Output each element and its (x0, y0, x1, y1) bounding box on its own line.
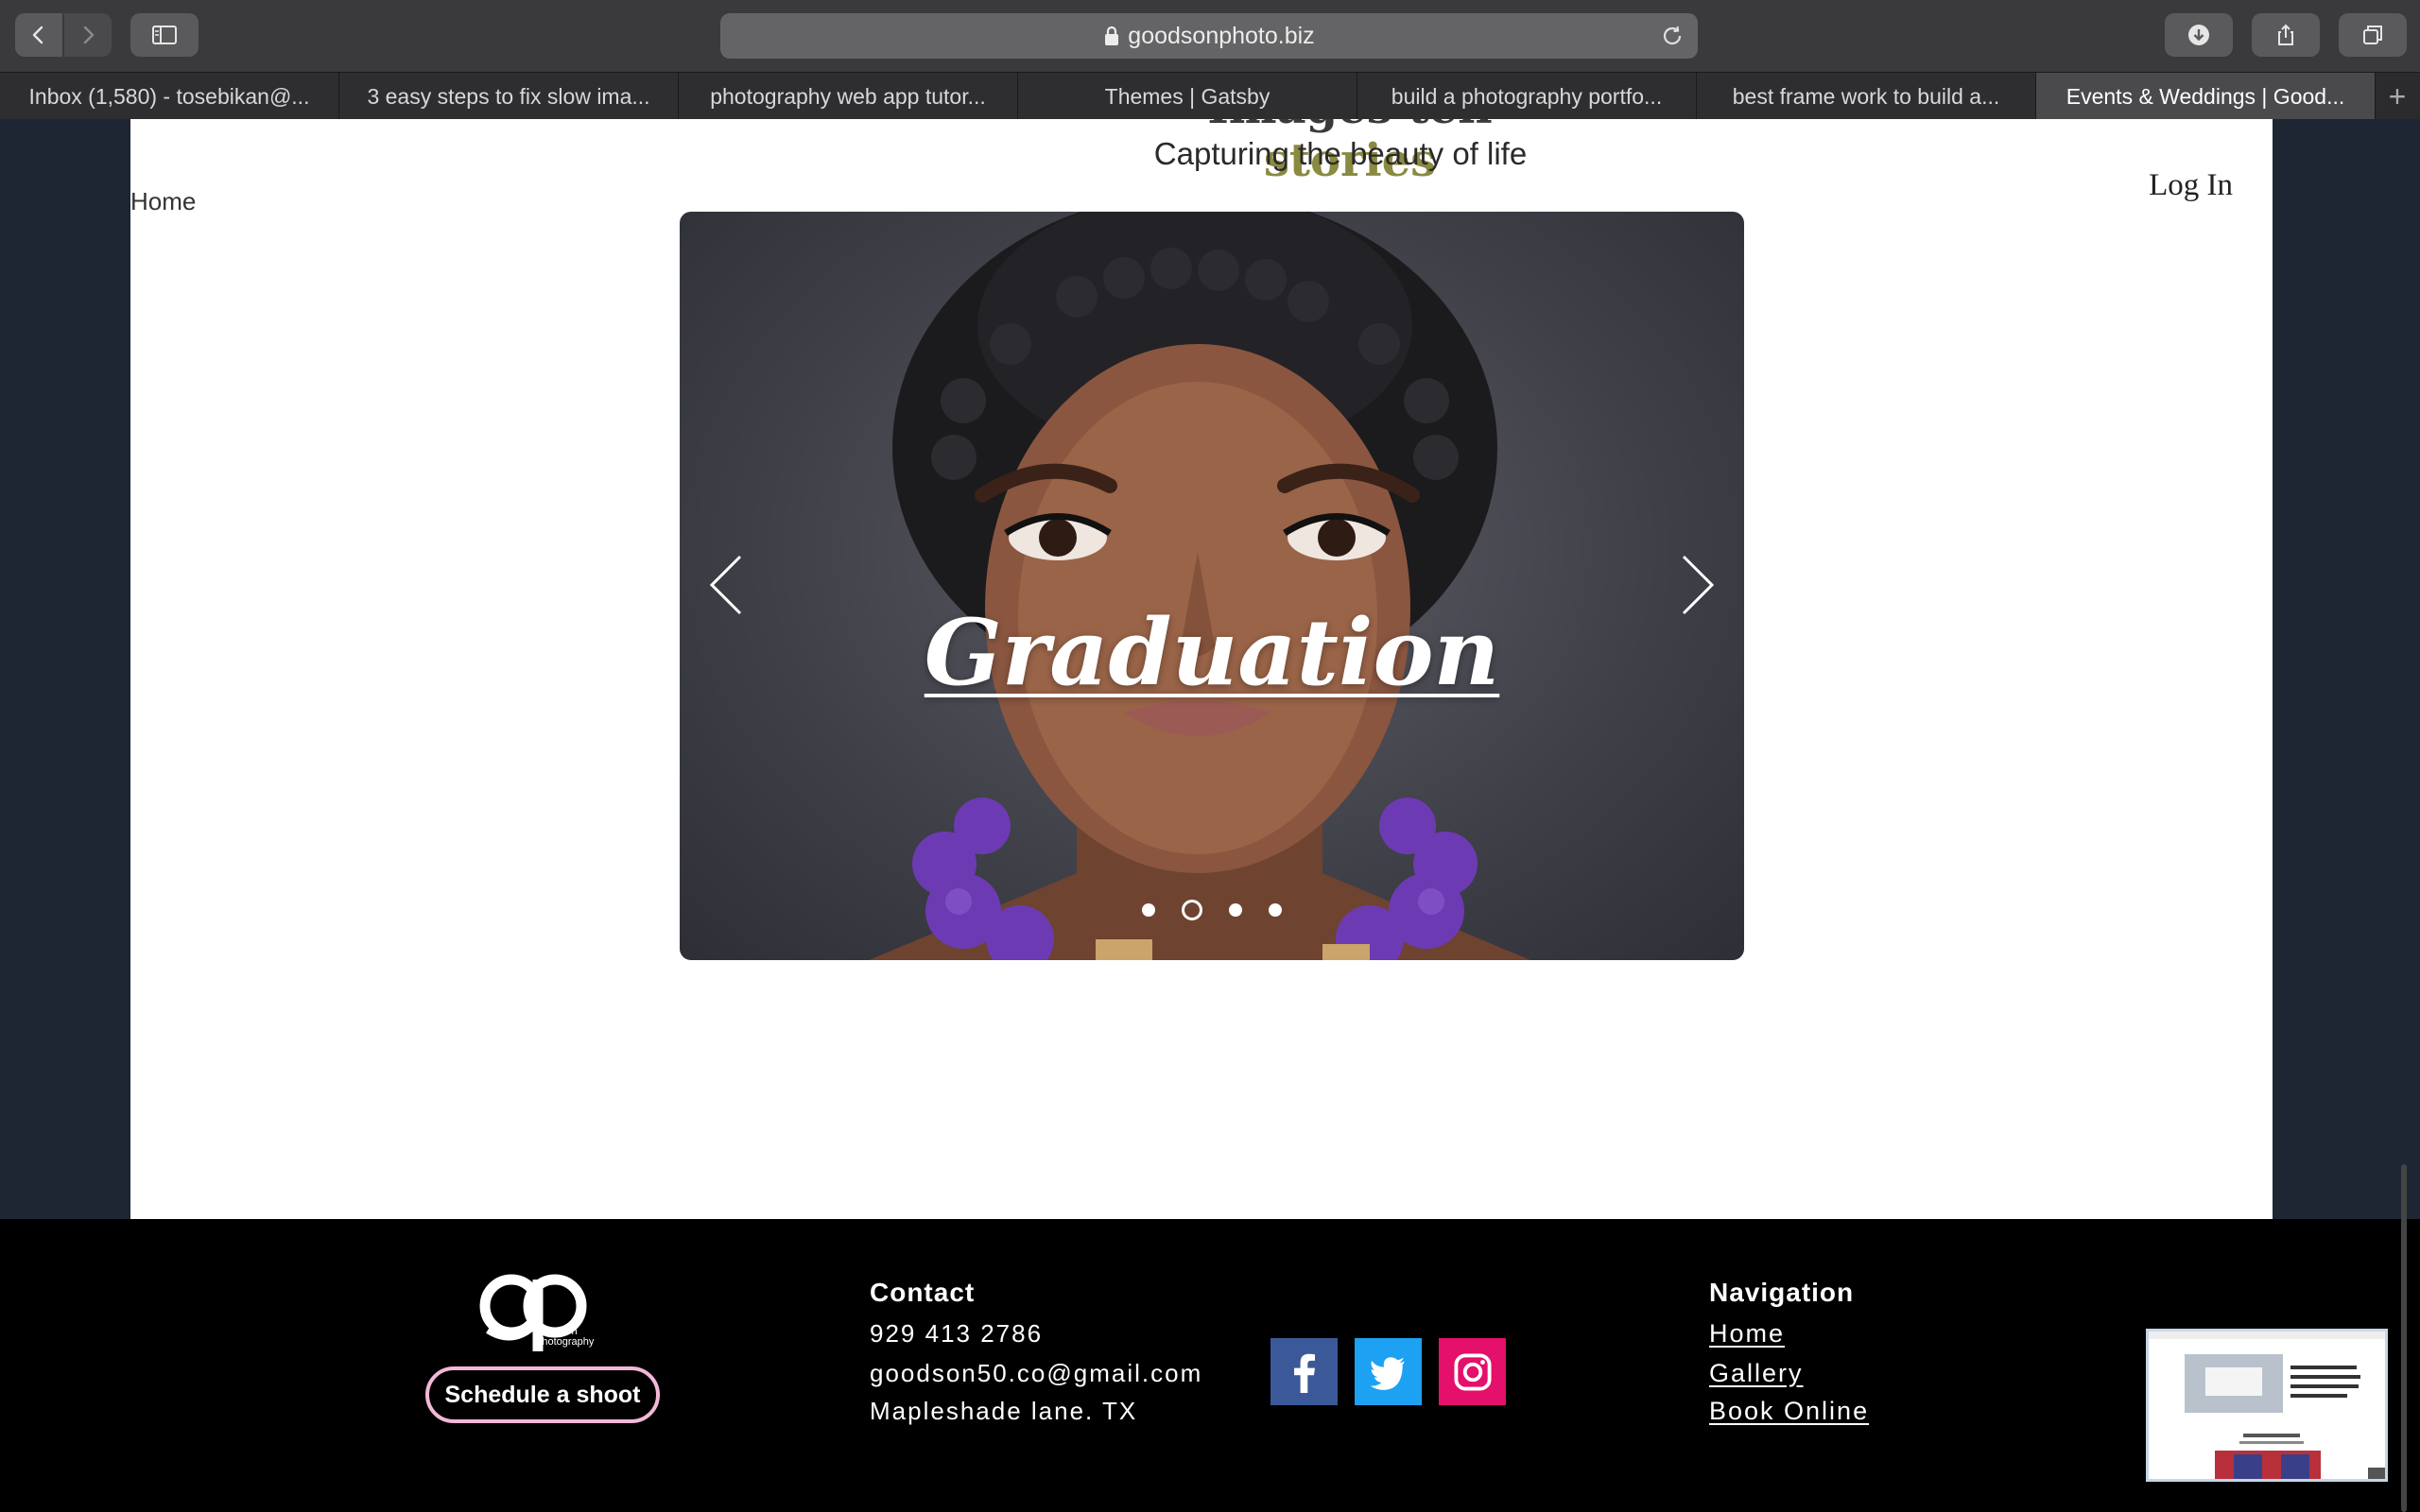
url-text: goodsonphoto.biz (1128, 22, 1315, 49)
browser-tab[interactable]: 3 easy steps to fix slow ima... (339, 73, 679, 120)
tab-label: build a photography portfo... (1391, 83, 1663, 109)
slide-dot[interactable] (1142, 903, 1155, 917)
site-logo[interactable]: Images tell stories (1114, 119, 1586, 187)
tab-label: 3 easy steps to fix slow ima... (367, 83, 650, 109)
logo-text: Images tell (1207, 119, 1492, 134)
tab-label: photography web app tutor... (710, 83, 986, 109)
login-link[interactable]: Log In (2149, 168, 2233, 203)
page-thumbnail-preview[interactable] (2146, 1329, 2388, 1482)
scrollbar[interactable] (2401, 1164, 2407, 1512)
tab-overview-icon (2363, 26, 2382, 44)
reload-icon[interactable] (1660, 24, 1685, 48)
slide-dot-active[interactable] (1182, 900, 1202, 920)
portrait-photo (869, 212, 1530, 960)
contact-address: Mapleshade lane. TX (870, 1397, 1138, 1425)
site-tagline: Capturing the beauty of life (1153, 136, 1528, 171)
download-icon (2188, 25, 2209, 45)
contact-heading: Contact (870, 1278, 976, 1307)
slide-dot[interactable] (1229, 903, 1242, 917)
schedule-shoot-button[interactable]: Schedule a shoot (425, 1366, 660, 1423)
slide-dot[interactable] (1269, 903, 1282, 917)
social-buttons (1270, 1338, 1506, 1405)
share-button[interactable] (2252, 13, 2320, 57)
page-content: Images tell stories Capturing the beauty… (130, 119, 2273, 1219)
tab-label: Inbox (1,580) - tosebikan@... (28, 83, 310, 109)
downloads-button[interactable] (2165, 13, 2233, 57)
tab-label: Events & Weddings | Good... (2066, 83, 2345, 109)
forward-button[interactable] (64, 13, 112, 57)
footer-link-home[interactable]: Home (1709, 1319, 1785, 1349)
sidebar-toggle-button[interactable] (130, 13, 199, 57)
tab-bar: Inbox (1,580) - tosebikan@... 3 easy ste… (0, 72, 2420, 120)
logo-caption-line: Photography (535, 1336, 595, 1348)
browser-tab[interactable]: photography web app tutor... (679, 73, 1018, 120)
thumbnail-image (2149, 1332, 2385, 1479)
plus-icon: + (2388, 78, 2407, 113)
instagram-icon[interactable] (1439, 1338, 1506, 1405)
slide-dots (680, 900, 1744, 920)
contact-email[interactable]: goodson50.co@gmail.com (870, 1359, 1202, 1388)
footer-link-gallery[interactable]: Gallery (1709, 1359, 1804, 1388)
browser-tab[interactable]: best frame work to build a... (1697, 73, 2036, 120)
site-footer: Goodson Photography Schedule a shoot Con… (0, 1219, 2420, 1512)
facebook-icon[interactable] (1270, 1338, 1338, 1405)
chevron-right-icon (83, 26, 95, 44)
twitter-icon[interactable] (1355, 1338, 1422, 1405)
address-bar[interactable]: goodsonphoto.biz (720, 13, 1698, 59)
slide-title[interactable]: Graduation (680, 599, 1744, 706)
new-tab-button[interactable]: + (2376, 73, 2419, 120)
browser-tab[interactable]: Inbox (1,580) - tosebikan@... (0, 73, 339, 120)
browser-toolbar: goodsonphoto.biz (0, 0, 2420, 72)
tab-label: Themes | Gatsby (1104, 83, 1270, 109)
contact-phone[interactable]: 929 413 2786 (870, 1319, 1043, 1349)
chevron-left-icon (32, 26, 43, 44)
back-button[interactable] (15, 13, 62, 57)
sidebar-icon (152, 26, 177, 44)
tab-label: best frame work to build a... (1732, 83, 2000, 109)
logo-caption: Goodson Photography (535, 1327, 594, 1348)
lock-icon (1105, 26, 1119, 45)
share-icon (2278, 24, 2293, 45)
browser-tab-active[interactable]: Events & Weddings | Good... (2036, 73, 2376, 120)
page-viewport: Images tell stories Capturing the beauty… (0, 119, 2420, 1512)
hero-slideshow[interactable]: Graduation (680, 212, 1744, 960)
navigation-heading: Navigation (1709, 1278, 1855, 1307)
tab-overview-button[interactable] (2339, 13, 2407, 57)
browser-tab[interactable]: build a photography portfo... (1357, 73, 1697, 120)
browser-tab[interactable]: Themes | Gatsby (1018, 73, 1357, 120)
footer-link-book-online[interactable]: Book Online (1709, 1397, 1869, 1426)
nav-link-home[interactable]: Home (130, 187, 196, 216)
